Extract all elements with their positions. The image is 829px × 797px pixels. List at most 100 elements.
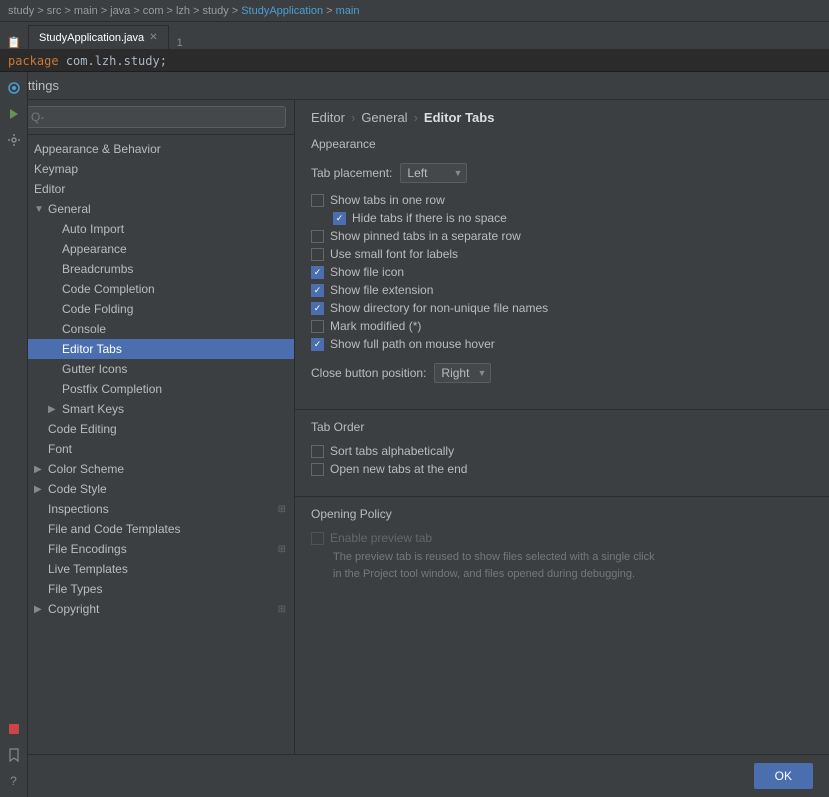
close-button-position-row: Close button position: Right Left None ▼ <box>311 359 813 391</box>
option-row-full-path[interactable]: Show full path on mouse hover <box>311 335 813 353</box>
left-icon-strip: ? <box>0 72 28 797</box>
label-pinned-tabs: Show pinned tabs in a separate row <box>330 229 521 243</box>
option-row-small-font[interactable]: Use small font for labels <box>311 245 813 263</box>
checkbox-file-extension[interactable] <box>311 284 324 297</box>
tree-item-keymap[interactable]: Keymap <box>0 159 294 179</box>
tree-item-code-editing[interactable]: Code Editing <box>0 419 294 439</box>
option-row-pinned-tabs[interactable]: Show pinned tabs in a separate row <box>311 227 813 245</box>
tree-item-live-templates[interactable]: Live Templates <box>0 559 294 579</box>
option-row-open-new-end[interactable]: Open new tabs at the end <box>311 460 813 478</box>
tree-label-code-editing: Code Editing <box>48 422 117 436</box>
label-tabs-one-row: Show tabs in one row <box>330 193 445 207</box>
checkbox-preview-tab[interactable] <box>311 532 324 545</box>
bc-study[interactable]: study <box>8 5 34 17</box>
checkbox-mark-modified[interactable] <box>311 320 324 333</box>
tree-item-postfix-completion[interactable]: Postfix Completion <box>0 379 294 399</box>
tab-close-button[interactable]: ✕ <box>149 32 157 43</box>
label-full-path: Show full path on mouse hover <box>330 337 495 351</box>
smart-keys-arrow: ▶ <box>48 404 62 415</box>
checkbox-open-new-end[interactable] <box>311 463 324 476</box>
tree-item-appearance[interactable]: Appearance <box>0 239 294 259</box>
tree-label-gutter-icons: Gutter Icons <box>62 362 127 376</box>
label-sort-alphabetically: Sort tabs alphabetically <box>330 444 454 458</box>
top-breadcrumb: study > src > main > java > com > lzh > … <box>0 0 829 22</box>
label-open-new-end: Open new tabs at the end <box>330 462 467 476</box>
option-row-directory[interactable]: Show directory for non-unique file names <box>311 299 813 317</box>
sep3: > <box>101 5 107 17</box>
tree-item-auto-import[interactable]: Auto Import <box>0 219 294 239</box>
sep6: > <box>193 5 199 17</box>
divider-1 <box>295 409 829 410</box>
option-row-tabs-one-row[interactable]: Show tabs in one row <box>311 191 813 209</box>
tree-label-auto-import: Auto Import <box>62 222 124 236</box>
tree-item-gutter-icons[interactable]: Gutter Icons <box>0 359 294 379</box>
tree-item-font[interactable]: Font <box>0 439 294 459</box>
checkbox-directory[interactable] <box>311 302 324 315</box>
option-row-file-icon[interactable]: Show file icon <box>311 263 813 281</box>
bc-java[interactable]: java <box>110 5 130 17</box>
tree-item-code-completion[interactable]: Code Completion <box>0 279 294 299</box>
option-row-sort-alphabetically[interactable]: Sort tabs alphabetically <box>311 442 813 460</box>
code-style-arrow: ▶ <box>34 484 48 495</box>
left-icon-run[interactable] <box>2 102 26 126</box>
tree-label-smart-keys: Smart Keys <box>62 402 124 416</box>
sep1: > <box>37 5 43 17</box>
option-row-preview-tab[interactable]: Enable preview tab <box>311 529 813 547</box>
option-row-file-extension[interactable]: Show file extension <box>311 281 813 299</box>
tree-item-inspections[interactable]: Inspections ⊞ <box>0 499 294 519</box>
appearance-section: Appearance Tab placement: Left Top Right… <box>295 133 829 403</box>
tree-item-code-style[interactable]: ▶ Code Style <box>0 479 294 499</box>
settings-body: 🔍 ▶ Appearance & Behavior Keymap ▼ <box>0 100 829 754</box>
bc-editor: Editor <box>311 110 345 125</box>
tab-placement-dropdown[interactable]: Left Top Right Bottom None <box>400 163 467 183</box>
bc-com[interactable]: com <box>143 5 164 17</box>
tree-item-breadcrumbs[interactable]: Breadcrumbs <box>0 259 294 279</box>
bc-lzh[interactable]: lzh <box>176 5 190 17</box>
checkbox-full-path[interactable] <box>311 338 324 351</box>
bc-appname[interactable]: StudyApplication <box>241 5 323 17</box>
tree-item-editor-tabs[interactable]: Editor Tabs <box>0 339 294 359</box>
checkbox-hide-tabs[interactable] <box>333 212 346 225</box>
search-wrapper: 🔍 <box>8 106 286 128</box>
label-directory: Show directory for non-unique file names <box>330 301 548 315</box>
left-icon-settings[interactable] <box>2 128 26 152</box>
tree-label-inspections: Inspections <box>48 502 109 516</box>
tree-item-smart-keys[interactable]: ▶ Smart Keys <box>0 399 294 419</box>
tree-label-code-completion: Code Completion <box>62 282 155 296</box>
checkbox-sort-alphabetically[interactable] <box>311 445 324 458</box>
tree-item-general[interactable]: ▼ General <box>0 199 294 219</box>
checkbox-tabs-one-row[interactable] <box>311 194 324 207</box>
tree-item-file-encodings[interactable]: File Encodings ⊞ <box>0 539 294 559</box>
tree-label-code-style: Code Style <box>48 482 107 496</box>
option-row-hide-tabs[interactable]: Hide tabs if there is no space <box>311 209 813 227</box>
tree-item-copyright[interactable]: ▶ Copyright ⊞ <box>0 599 294 619</box>
tree-item-console[interactable]: Console <box>0 319 294 339</box>
left-icon-help[interactable]: ? <box>2 769 26 793</box>
checkbox-small-font[interactable] <box>311 248 324 261</box>
tab-bar: 📋 StudyApplication.java ✕ 1 <box>0 22 829 50</box>
tree-item-file-code-templates[interactable]: File and Code Templates <box>0 519 294 539</box>
close-button-dropdown[interactable]: Right Left None <box>434 363 491 383</box>
tree-item-code-folding[interactable]: Code Folding <box>0 299 294 319</box>
bc-main[interactable]: main <box>74 5 98 17</box>
left-icon-debug[interactable] <box>2 76 26 100</box>
checkbox-file-icon[interactable] <box>311 266 324 279</box>
tree-item-color-scheme[interactable]: ▶ Color Scheme <box>0 459 294 479</box>
tree-item-editor[interactable]: ▼ Editor <box>0 179 294 199</box>
settings-sidebar: 🔍 ▶ Appearance & Behavior Keymap ▼ <box>0 100 295 754</box>
left-icon-bookmark[interactable] <box>2 743 26 767</box>
search-input[interactable] <box>8 106 286 128</box>
file-tab[interactable]: StudyApplication.java ✕ <box>28 25 169 49</box>
checkbox-pinned-tabs[interactable] <box>311 230 324 243</box>
sep7: > <box>232 5 238 17</box>
option-row-mark-modified[interactable]: Mark modified (*) <box>311 317 813 335</box>
bc-study2[interactable]: study <box>202 5 228 17</box>
bc-general: General <box>361 110 407 125</box>
bc-src[interactable]: src <box>47 5 62 17</box>
tree-item-file-types[interactable]: File Types <box>0 579 294 599</box>
ok-button[interactable]: OK <box>754 763 813 789</box>
settings-title: Settings <box>0 72 829 100</box>
tree-item-appearance-behavior[interactable]: ▶ Appearance & Behavior <box>0 139 294 159</box>
left-icon-stop[interactable] <box>2 717 26 741</box>
tab-filename: StudyApplication.java <box>39 32 144 44</box>
